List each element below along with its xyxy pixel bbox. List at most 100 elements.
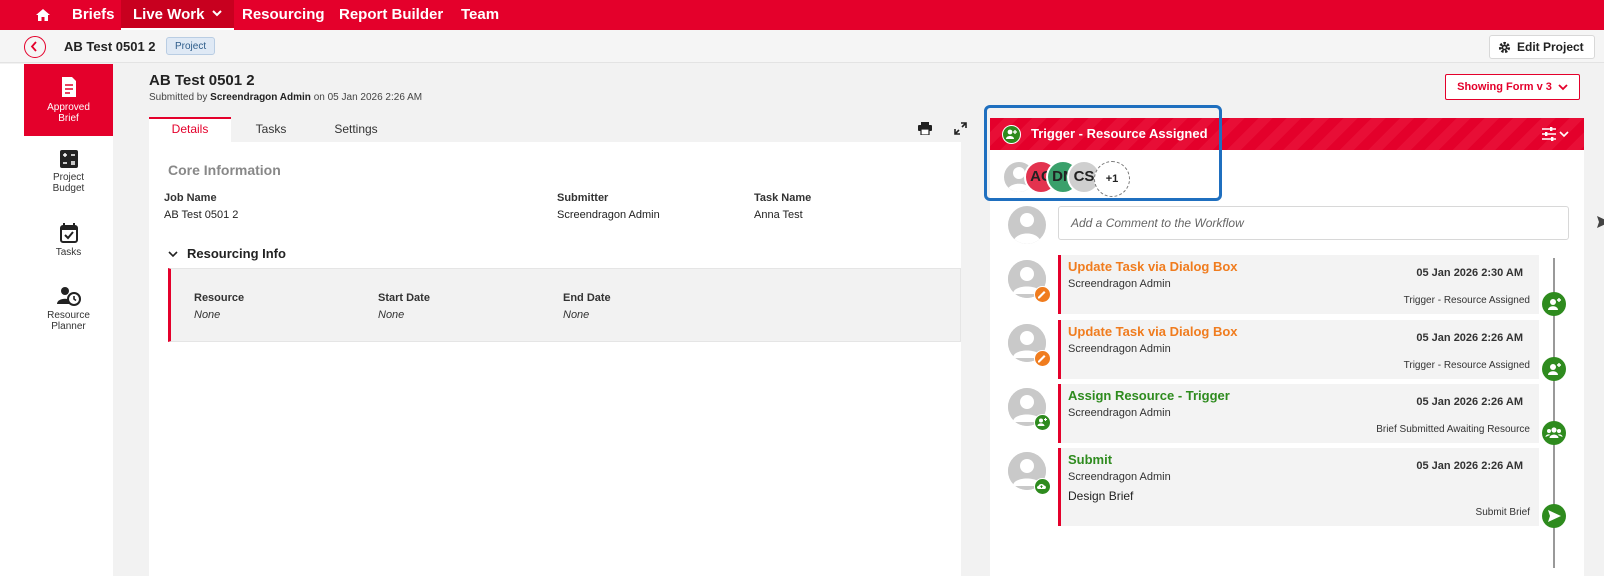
sub-header: AB Test 0501 2 Project Edit Project <box>0 30 1604 63</box>
gear-icon <box>1498 41 1511 53</box>
entry-date: 05 Jan 2026 2:26 AM <box>1416 460 1523 472</box>
rail-label-2: Brief <box>58 113 79 124</box>
entry-detail: Design Brief <box>1068 489 1134 503</box>
entry-author: Screendragon Admin <box>1068 471 1171 483</box>
left-rail: Approved Brief Project Budget Tasks Reso… <box>0 64 113 576</box>
pencil-icon <box>1034 286 1051 303</box>
filter-settings-icon[interactable] <box>1542 127 1570 141</box>
field-value-end-date: None <box>563 309 590 321</box>
cloud-upload-icon <box>1034 478 1051 495</box>
rail-label-2: Planner <box>51 321 86 332</box>
chevron-down-icon <box>212 10 223 17</box>
tab-details[interactable]: Details <box>149 117 231 142</box>
chevron-down-icon <box>168 251 178 258</box>
tab-settings[interactable]: Settings <box>311 117 401 142</box>
submitted-on: on 05 Jan 2026 2:26 AM <box>313 92 423 103</box>
nav-live-work[interactable]: Live Work <box>121 0 235 30</box>
rail-label-2: Budget <box>52 183 85 194</box>
doc-title: AB Test 0501 2 <box>149 72 255 89</box>
person-icon <box>1013 213 1041 244</box>
entry-trigger: Brief Submitted Awaiting Resource <box>1376 424 1530 435</box>
entry-title: Update Task via Dialog Box <box>1068 259 1238 274</box>
person-clock-icon <box>56 287 81 306</box>
rail-resource-planner[interactable]: Resource Planner <box>24 286 113 332</box>
calendar-check-icon <box>59 223 78 243</box>
submitted-by: Screendragon Admin <box>210 92 311 103</box>
field-label-start-date: Start Date <box>378 292 430 304</box>
nav-resourcing[interactable]: Resourcing <box>242 0 325 30</box>
tab-tasks[interactable]: Tasks <box>231 117 311 142</box>
project-type-badge: Project <box>166 37 216 55</box>
entry-avatar <box>1008 324 1051 367</box>
document-list-icon <box>61 77 76 97</box>
entry-title: Assign Resource - Trigger <box>1068 388 1230 403</box>
nav-report-builder[interactable]: Report Builder <box>339 0 443 30</box>
person-add-icon <box>1034 414 1051 431</box>
field-label-submitter: Submitter <box>557 192 609 204</box>
entry-trigger: Trigger - Resource Assigned <box>1403 360 1530 371</box>
form-version-dropdown[interactable]: Showing Form v 3 <box>1445 74 1580 100</box>
entry-date: 05 Jan 2026 2:30 AM <box>1416 267 1523 279</box>
main-content: AB Test 0501 2 Submitted by Screendragon… <box>149 64 979 576</box>
workflow-entry[interactable]: Update Task via Dialog Box Screendragon … <box>1058 255 1539 314</box>
send-icon[interactable] <box>1597 216 1604 228</box>
nav-briefs[interactable]: Briefs <box>72 0 115 30</box>
comment-placeholder: Add a Comment to the Workflow <box>1071 216 1244 230</box>
workflow-entry[interactable]: Submit Screendragon Admin Design Brief 0… <box>1058 448 1539 526</box>
field-label-task-name: Task Name <box>754 192 812 204</box>
project-title: AB Test 0501 2 <box>64 39 156 54</box>
back-button[interactable] <box>24 36 46 58</box>
details-panel: Core Information Job Name AB Test 0501 2… <box>149 142 961 576</box>
entry-trigger: Trigger - Resource Assigned <box>1403 295 1530 306</box>
nav-team[interactable]: Team <box>461 0 499 30</box>
edit-project-button[interactable]: Edit Project <box>1489 35 1595 59</box>
print-icon[interactable] <box>918 122 932 135</box>
send-icon <box>1542 504 1566 528</box>
person-add-icon <box>1542 357 1566 381</box>
doc-submitted-info: Submitted by Screendragon Admin on 05 Ja… <box>149 92 422 103</box>
resourcing-info-title: Resourcing Info <box>187 246 286 261</box>
rail-project-budget[interactable]: Project Budget <box>24 150 113 194</box>
workflow-entry[interactable]: Update Task via Dialog Box Screendragon … <box>1058 320 1539 379</box>
group-icon <box>1542 421 1566 445</box>
entry-title: Submit <box>1068 452 1113 467</box>
entry-avatar <box>1008 452 1051 495</box>
entry-author: Screendragon Admin <box>1068 407 1171 419</box>
entry-title: Update Task via Dialog Box <box>1068 324 1238 339</box>
expand-icon[interactable] <box>954 122 967 135</box>
entry-author: Screendragon Admin <box>1068 278 1171 290</box>
entry-avatar <box>1008 260 1051 303</box>
field-value-job-name: AB Test 0501 2 <box>164 209 239 221</box>
resourcing-info-toggle[interactable]: Resourcing Info <box>168 246 286 261</box>
field-value-start-date: None <box>378 309 405 321</box>
form-version-label: Showing Form v 3 <box>1457 81 1552 93</box>
chevron-down-icon <box>1558 83 1568 90</box>
calculator-icon <box>59 150 78 168</box>
entry-date: 05 Jan 2026 2:26 AM <box>1416 332 1523 344</box>
chevron-left-icon <box>30 41 37 52</box>
home-icon[interactable] <box>35 7 51 23</box>
entry-trigger: Submit Brief <box>1475 507 1530 518</box>
field-value-resource: None <box>194 309 221 321</box>
focus-highlight-box <box>984 105 1222 201</box>
entry-author: Screendragon Admin <box>1068 343 1171 355</box>
submitted-prefix: Submitted by <box>149 92 208 103</box>
rail-label: Approved <box>47 102 90 113</box>
rail-tasks[interactable]: Tasks <box>24 223 113 258</box>
field-label-job-name: Job Name <box>164 192 217 204</box>
edit-project-label: Edit Project <box>1517 40 1584 54</box>
comment-input[interactable]: Add a Comment to the Workflow <box>1058 206 1604 240</box>
person-add-icon <box>1542 292 1566 316</box>
rail-label: Project <box>52 172 85 183</box>
entry-date: 05 Jan 2026 2:26 AM <box>1416 396 1523 408</box>
pencil-icon <box>1034 350 1051 367</box>
field-value-task-name: Anna Test <box>754 209 803 221</box>
core-info-title: Core Information <box>168 162 281 178</box>
field-value-submitter: Screendragon Admin <box>557 209 660 221</box>
field-label-resource: Resource <box>194 292 245 304</box>
resourcing-info-box: Resource None Start Date None End Date N… <box>168 268 961 342</box>
rail-approved-brief[interactable]: Approved Brief <box>24 64 113 136</box>
workflow-entry[interactable]: Assign Resource - Trigger Screendragon A… <box>1058 384 1539 443</box>
entry-avatar <box>1008 388 1051 431</box>
field-label-end-date: End Date <box>563 292 611 304</box>
